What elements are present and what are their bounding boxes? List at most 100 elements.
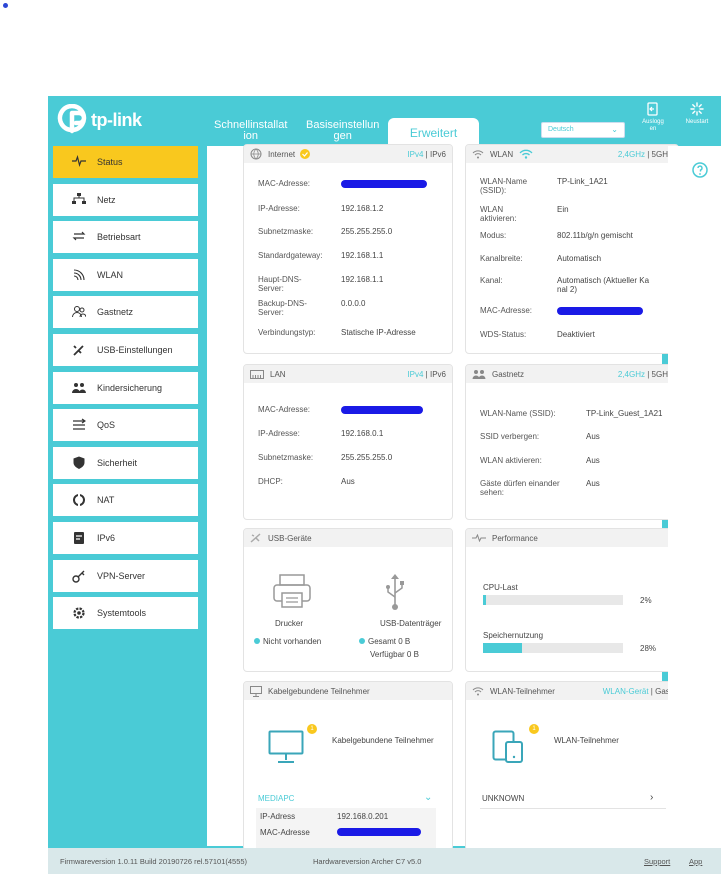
- memory-bar: [483, 643, 623, 653]
- tab-quick-setup[interactable]: Schnellinstallat ion: [214, 120, 287, 142]
- wired-caption: Kabelgebundene Teilnehmer: [332, 736, 434, 745]
- wlan-row-label: WLAN aktivieren:: [480, 205, 517, 223]
- lan-ipv6-link[interactable]: IPv6: [430, 370, 446, 379]
- wifi-icon: [472, 149, 484, 159]
- qos-icon: [71, 418, 87, 432]
- wireless-clients-card: WLAN-Teilnehmer WLAN-Gerät | Gast 1 WLAN…: [465, 681, 679, 851]
- language-select[interactable]: Deutsch ⌄: [541, 122, 625, 138]
- chevron-down-icon[interactable]: ⌄: [424, 792, 432, 803]
- router-admin-window: tp-link Schnellinstallat ion Basiseinste…: [48, 96, 721, 874]
- wifi-icon: [472, 686, 484, 696]
- lan-row-value: Aus: [341, 477, 355, 486]
- tab-advanced[interactable]: Erweitert: [388, 118, 479, 146]
- separator: |: [650, 687, 653, 696]
- guest-row-value: TP-Link_Guest_1A21: [586, 409, 663, 418]
- sidebar-item-ipv6[interactable]: IPv6: [53, 521, 198, 554]
- wireless-device-name[interactable]: UNKNOWN: [482, 794, 524, 803]
- sidebar-item-betriebsart[interactable]: Betriebsart: [53, 221, 198, 254]
- chevron-down-icon: ⌄: [611, 125, 618, 134]
- printer-icon[interactable]: [272, 573, 312, 609]
- lan-row-label: IP-Adresse:: [258, 429, 300, 438]
- chevron-right-icon[interactable]: ›: [650, 792, 653, 803]
- sidebar-item-label: Sicherheit: [97, 457, 138, 468]
- tab-basic-settings[interactable]: Basiseinstellun gen: [306, 120, 379, 142]
- lan-card-header: LAN IPv4 | IPv6: [244, 365, 452, 383]
- logout-button[interactable]: Ausloggen: [636, 102, 670, 133]
- guests-icon: [472, 369, 486, 379]
- wlan-row-value: Automatisch (Aktueller Ka nal 2): [557, 276, 650, 294]
- cpu-bar-fill: [483, 595, 486, 605]
- sidebar-item-gastnetz[interactable]: Gastnetz: [53, 296, 198, 329]
- sidebar-item-wlan[interactable]: WLAN: [53, 258, 198, 291]
- footer: Firmwareversion 1.0.11 Build 20190726 re…: [48, 848, 721, 874]
- network-icon: [71, 192, 87, 207]
- status-dot-icon: [359, 638, 365, 644]
- divider: [480, 808, 666, 809]
- guest-row-value: Aus: [586, 479, 600, 488]
- guest-row-value: Aus: [586, 432, 600, 441]
- usb-title: USB-Geräte: [268, 533, 312, 543]
- sidebar-item-vpn-server[interactable]: VPN-Server: [53, 559, 198, 592]
- sidebar-item-kindersicherung[interactable]: Kindersicherung: [53, 371, 198, 404]
- sidebar-item-label: VPN-Server: [97, 570, 146, 581]
- internet-row-label: Standardgateway:: [258, 251, 323, 260]
- sidebar: Status Netz Betriebsart WLAN Gastnetz USB-Ein…: [53, 146, 198, 635]
- internet-title: Internet: [268, 149, 296, 159]
- separator: |: [425, 150, 428, 159]
- reboot-button[interactable]: Neustart: [680, 102, 714, 126]
- guest-title: Gastnetz: [492, 369, 525, 379]
- wired-count-badge: 1: [307, 724, 317, 734]
- sidebar-item-label: NAT: [97, 495, 115, 506]
- wired-card-header: Kabelgebundene Teilnehmer: [244, 682, 452, 700]
- cpu-bar: [483, 595, 623, 605]
- usb-storage-icon[interactable]: [384, 573, 406, 611]
- mode-icon: [71, 230, 87, 244]
- desktop-monitor-icon[interactable]: [268, 730, 304, 764]
- internet-card-header: Internet IPv4 | IPv6: [244, 145, 452, 163]
- performance-card: Performance CPU-Last 2% Speichernutzung …: [465, 528, 679, 672]
- sidebar-item-nat[interactable]: NAT: [53, 484, 198, 517]
- lan-ipv4-link[interactable]: IPv4: [407, 370, 423, 379]
- app-link[interactable]: App: [689, 857, 702, 866]
- sidebar-item-sicherheit[interactable]: Sicherheit: [53, 446, 198, 479]
- wireless-device-link[interactable]: WLAN-Gerät: [603, 687, 649, 696]
- internet-row-label: Haupt-DNS- Server:: [258, 275, 302, 293]
- internet-ipv6-link[interactable]: IPv6: [430, 150, 446, 159]
- hardware-version: Hardwareversion Archer C7 v5.0: [313, 857, 422, 866]
- lan-port-icon: [250, 369, 264, 379]
- sidebar-item-usb-einstellungen[interactable]: USB-Einstellungen: [53, 333, 198, 366]
- sidebar-item-status[interactable]: Status: [53, 146, 198, 178]
- wired-ip-value: 192.168.0.201: [337, 812, 389, 821]
- sidebar-item-label: Kindersicherung: [97, 382, 163, 393]
- logo-text: tp-link: [91, 109, 142, 130]
- internet-row-label: MAC-Adresse:: [258, 179, 311, 188]
- cpu-value: 2%: [640, 596, 652, 605]
- tp-link-logo[interactable]: tp-link: [56, 104, 142, 136]
- guest-row-label: SSID verbergen:: [480, 432, 540, 441]
- storage-available: Verfügbar 0 B: [370, 650, 419, 659]
- lan-row-label: Subnetzmaske:: [258, 453, 314, 462]
- internet-card: Internet IPv4 | IPv6 MAC-Adresse: IP-Adre…: [243, 144, 453, 354]
- gear-icon: [71, 606, 87, 620]
- sidebar-item-label: Betriebsart: [97, 232, 141, 243]
- pulse-icon: [71, 155, 87, 169]
- internet-ipv4-link[interactable]: IPv4: [407, 150, 423, 159]
- lan-row-label: MAC-Adresse:: [258, 405, 311, 414]
- wlan-row-value: Deaktiviert: [557, 330, 595, 339]
- wlan-24ghz-link[interactable]: 2,4GHz: [618, 150, 645, 159]
- memory-label: Speichernutzung: [483, 631, 544, 640]
- main-panel: Internet IPv4 | IPv6 MAC-Adresse: IP-Adre…: [207, 144, 679, 851]
- wlan-row-label: WLAN-Name (SSID):: [480, 177, 528, 195]
- guest-24ghz-link[interactable]: 2,4GHz: [618, 370, 645, 379]
- support-link[interactable]: Support: [644, 857, 670, 866]
- wlan-card-header: WLAN 2,4GHz | 5GHz: [466, 145, 678, 163]
- sidebar-item-systemtools[interactable]: Systemtools: [53, 597, 198, 630]
- wifi-icon: [71, 268, 87, 282]
- sidebar-item-netz[interactable]: Netz: [53, 183, 198, 216]
- firmware-version: Firmwareversion 1.0.11 Build 20190726 re…: [60, 857, 248, 866]
- help-icon[interactable]: [692, 162, 708, 178]
- wired-device-name[interactable]: MEDIAPC: [258, 794, 294, 803]
- wlan-row-label: MAC-Adresse:: [480, 306, 533, 315]
- sidebar-item-qos[interactable]: QoS: [53, 409, 198, 442]
- tablet-phone-icon[interactable]: [492, 730, 524, 764]
